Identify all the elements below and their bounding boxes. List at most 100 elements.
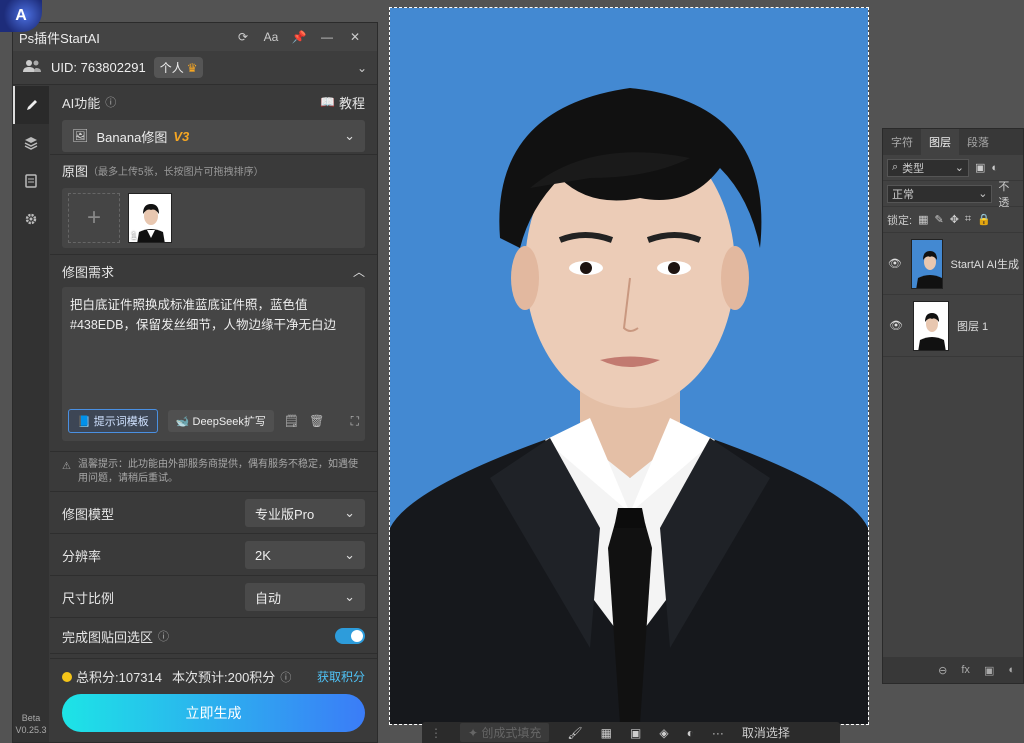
add-image-button[interactable]: + [68,193,120,243]
layer-filter-select[interactable]: ⌕ 类型 ⌄ [887,158,969,177]
plugin-footer: 总积分:107314 本次预计:200积分 ⓘ 获取积分 立即生成 [50,658,377,742]
setting-row-model: 修图模型 专业版Pro ⌄ [50,492,377,534]
deepseek-expand-button[interactable]: 🐋 DeepSeek扩写 [167,410,274,432]
blend-mode-value: 正常 [892,188,914,201]
layer-item[interactable]: 👁 图层 1 [883,295,1023,357]
document-canvas[interactable] [389,7,869,725]
refresh-icon[interactable]: ⟳ [229,30,257,44]
lock-transparent-icon[interactable]: ▦ [918,213,928,226]
crown-icon: ♛ [186,60,198,75]
warning-tip-text: 温馨提示：此功能由外部服务商提供，偶有服务不稳定，如遇使用问题，请稍后重试。 [78,459,358,484]
layer-thumbnail [910,238,943,289]
lock-artboard-icon[interactable]: ⌗ [965,213,971,226]
tab-layers[interactable]: 图层 [921,129,959,155]
thumbnail-index: 1 [131,231,137,242]
adjustment-icon[interactable]: ◐ [1008,664,1015,676]
model-label: 修图模型 [62,506,115,522]
startai-plugin-panel: Ps插件StartAI ⟳ Aa 📌 — ✕ UID: 763802291 个人… [12,22,378,743]
chevron-down-icon: ⌄ [344,547,355,562]
fx-icon[interactable]: fx [961,664,970,676]
book-icon: 📘 [77,416,91,428]
drag-handle-icon[interactable]: ⋮ [430,726,442,740]
history-icon[interactable]: 🗒 [284,414,299,428]
nav-layers-icon[interactable] [13,124,49,162]
adjust-icon[interactable]: ◐ [687,726,694,740]
paste-back-row: 完成图贴回选区 ⓘ [50,618,377,654]
users-icon [23,59,41,76]
eye-icon[interactable]: 👁 [887,257,903,270]
nav-edit-icon[interactable] [13,86,49,124]
chevron-up-icon[interactable]: ︿ [353,263,365,280]
link-icon[interactable]: ⊖ [938,664,947,677]
model-select[interactable]: 专业版Pro ⌄ [245,499,365,527]
tab-paragraph[interactable]: 段落 [959,129,997,155]
generative-fill-label: 创成式填充 [481,726,542,740]
select-subject-icon[interactable]: ▦ [601,726,612,740]
chevron-down-icon: ⌄ [344,128,355,143]
request-tools: 📘 提示词模板 🐋 DeepSeek扩写 🗒 🗑 ⛶ [68,409,359,433]
portrait-image [390,8,868,724]
lock-move-icon[interactable]: ✥ [950,213,959,226]
tutorial-label: 教程 [338,95,365,111]
original-section: 原图 （最多上传5张，长按图片可拖拽排序） + 1 [50,155,377,255]
deselect-button[interactable]: 取消选择 [742,724,790,741]
ratio-select[interactable]: 自动 ⌄ [245,583,365,611]
eye-icon[interactable]: 👁 [887,319,905,332]
chevron-down-icon: ⌄ [344,505,355,520]
lock-row: 锁定: ▦ ✎ ✥ ⌗ 🔒 [883,207,1023,233]
blend-mode-select[interactable]: 正常 ⌄ [887,184,993,203]
uid-text: UID: 763802291 [51,60,146,75]
minimize-icon[interactable]: — [313,30,341,44]
more-icon[interactable]: ··· [712,726,724,740]
brush-icon[interactable]: 🖌 [567,726,582,740]
resolution-select[interactable]: 2K ⌄ [245,541,365,569]
coin-icon [62,671,72,682]
setting-row-ratio: 尺寸比例 自动 ⌄ [50,576,377,618]
sparkle-icon: ✦ [468,726,479,740]
beta-label: Beta [21,713,41,723]
contextual-task-bar: ⋮ ✦ 创成式填充 🖌 ▦ ▣ ◈ ◐ ··· 取消选择 [422,722,840,743]
chevron-down-icon: ⌄ [978,188,988,200]
mask-icon[interactable]: ▣ [984,664,994,677]
prompt-template-label: 提示词模板 [93,416,149,428]
ai-model-select[interactable]: 🖼 Banana修图 V3 ⌄ [62,120,365,152]
layer-thumbnail [913,300,949,351]
lock-all-icon[interactable]: 🔒 [977,213,991,226]
pin-icon[interactable]: 📌 [285,30,313,44]
generate-button[interactable]: 立即生成 [62,694,365,732]
adjust-filter-icon[interactable]: ◐ [991,162,998,174]
generate-label: 立即生成 [185,705,242,721]
tutorial-link[interactable]: 📖 教程 [320,93,365,112]
request-textarea[interactable]: 把白底证件照换成标准蓝底证件照，蓝色值#438EDB，保留发丝细节，人物边缘干净… [62,287,365,441]
version-number: V0.25.3 [15,725,47,735]
font-size-icon[interactable]: Aa [257,30,285,44]
ai-section-label: AI功能 [62,95,101,111]
nav-settings-icon[interactable] [13,200,49,238]
layers-panel: 字符 图层 段落 ⌕ 类型 ⌄ ▣ ◐ 正常 ⌄ 不透 锁定: ▦ ✎ ✥ ⌗ … [882,128,1024,684]
layer-name: 图层 1 [957,320,989,333]
close-icon[interactable]: ✕ [341,30,369,44]
ratio-value: 自动 [255,590,282,606]
fill-icon[interactable]: ◈ [659,726,668,740]
expand-icon[interactable]: ⛶ [351,414,359,429]
chevron-down-icon[interactable]: ⌄ [357,61,367,75]
info-icon: ⓘ [280,671,292,684]
layer-item[interactable]: 👁 StartAI AI生成 [883,233,1023,295]
tab-character[interactable]: 字符 [883,129,921,155]
uploaded-thumbnail[interactable]: 1 [128,193,172,243]
image-icon: 🖼 [72,128,89,143]
total-points: 总积分:107314 [76,670,162,685]
image-filter-icon[interactable]: ▣ [975,161,985,174]
mask-icon[interactable]: ▣ [630,726,641,740]
earn-points-link[interactable]: 获取积分 [317,668,365,685]
account-badge-label: 个人 [159,61,184,75]
prompt-template-button[interactable]: 📘 提示词模板 [68,409,158,433]
lock-paint-icon[interactable]: ✎ [934,213,943,226]
generative-fill-button[interactable]: ✦ 创成式填充 [460,723,550,742]
paste-back-toggle[interactable] [335,628,365,644]
layers-tabs: 字符 图层 段落 [883,129,1023,155]
opacity-label: 不透 [998,180,1010,209]
request-label: 修图需求 [62,264,115,280]
nav-document-icon[interactable] [13,162,49,200]
trash-icon[interactable]: 🗑 [309,414,324,428]
